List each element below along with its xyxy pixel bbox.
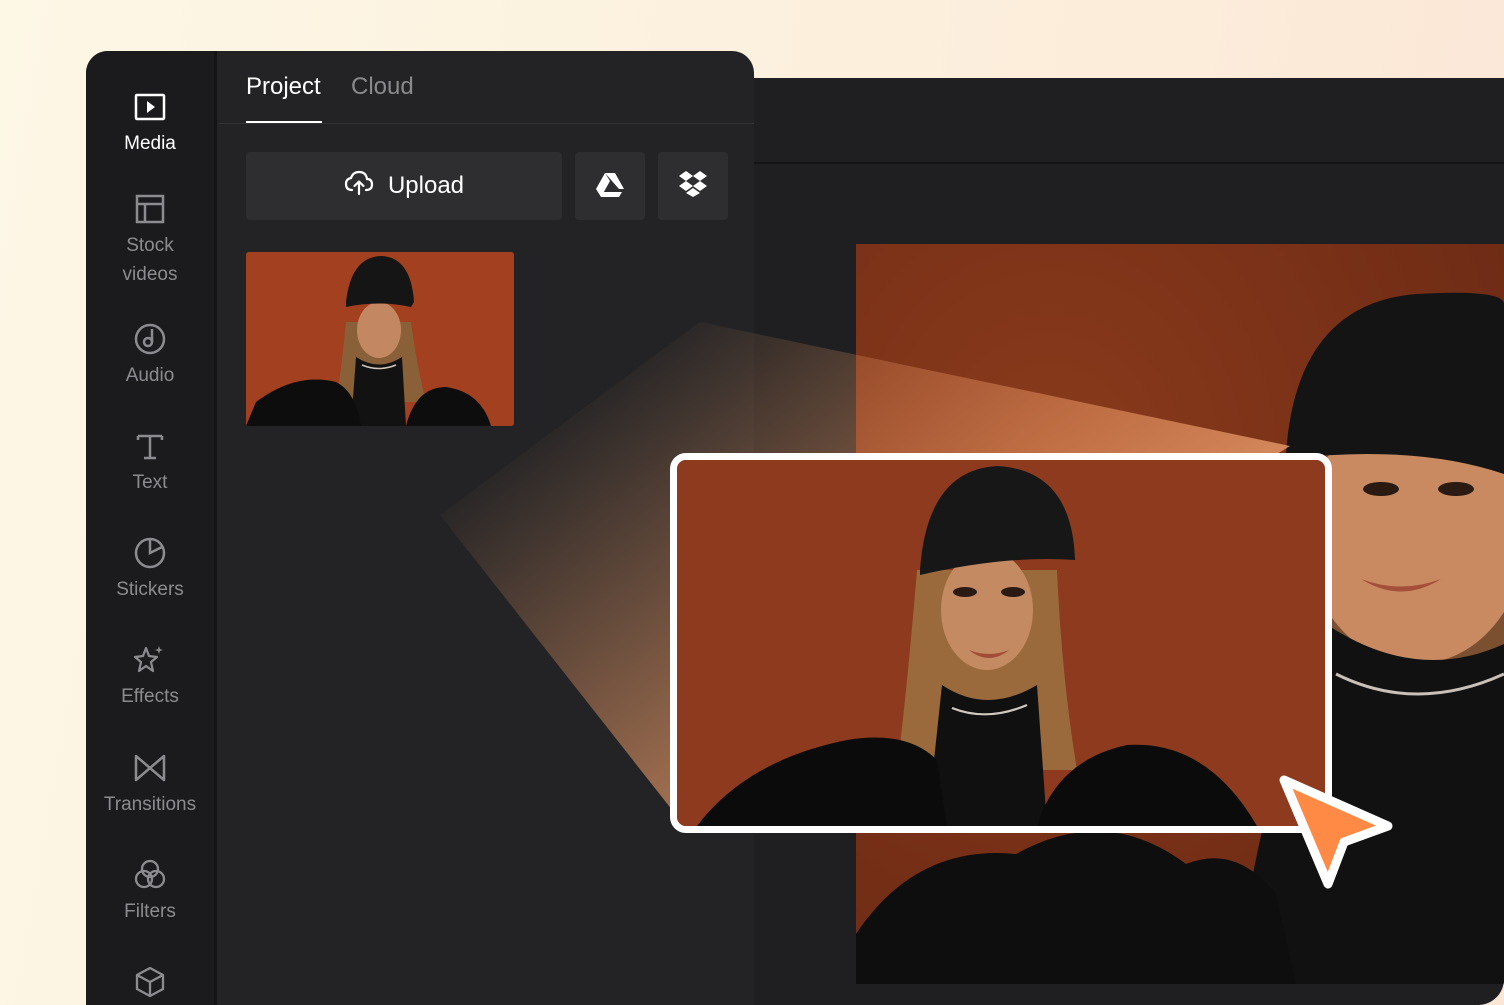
music-note-icon	[132, 321, 168, 357]
google-drive-button[interactable]	[575, 152, 645, 220]
text-t-icon	[132, 428, 168, 464]
sidebar-item-audio[interactable]: Audio	[86, 321, 214, 390]
upload-button[interactable]: Upload	[246, 152, 562, 220]
sidebar-item-label: Stock videos	[122, 235, 178, 285]
sidebar-item-label: Effects	[121, 686, 179, 707]
bowtie-transition-icon	[132, 750, 168, 786]
tab-project[interactable]: Project	[246, 73, 321, 101]
sidebar-item-transitions[interactable]: Transitions	[86, 750, 214, 819]
sidebar-item-stock-videos[interactable]: Stock videos	[86, 191, 214, 289]
app-frame: Media Stock videos Audio Text Stickers E…	[0, 0, 1504, 1005]
cursor-pointer-icon	[1279, 775, 1393, 889]
filters-circles-icon	[132, 857, 168, 893]
sidebar-item-media[interactable]: Media	[86, 89, 214, 158]
media-thumbnail[interactable]	[246, 252, 514, 426]
thumbnail-photo	[246, 252, 514, 426]
play-media-icon	[132, 89, 168, 125]
cloud-upload-icon	[344, 170, 374, 203]
sidebar-item-label: Transitions	[103, 794, 197, 815]
zoomed-media-preview	[670, 453, 1332, 833]
sidebar-item-label: Audio	[125, 365, 175, 386]
active-tab-indicator	[246, 121, 322, 123]
sidebar-item-stickers[interactable]: Stickers	[86, 535, 214, 604]
tab-cloud[interactable]: Cloud	[351, 73, 414, 101]
media-panel: Media Stock videos Audio Text Stickers E…	[86, 51, 754, 1005]
cube-icon	[132, 964, 168, 1000]
sidebar-item-label: Media	[124, 133, 176, 154]
sidebar-item-filters[interactable]: Filters	[86, 857, 214, 926]
sidebar-item-effects[interactable]: Effects	[86, 642, 214, 711]
media-tabs: Project Cloud	[218, 51, 754, 124]
dropbox-button[interactable]	[658, 152, 728, 220]
zoomed-photo	[677, 460, 1325, 826]
sparkle-star-icon	[132, 642, 168, 678]
layout-grid-icon	[132, 191, 168, 227]
sidebar-item-text[interactable]: Text	[86, 428, 214, 497]
upload-label: Upload	[387, 172, 465, 199]
sidebar-item-3d[interactable]	[86, 964, 214, 1004]
sidebar: Media Stock videos Audio Text Stickers E…	[86, 51, 217, 1005]
sidebar-item-label: Filters	[124, 901, 176, 922]
sticker-icon	[132, 535, 168, 571]
sidebar-item-label: Text	[132, 472, 168, 493]
google-drive-icon	[595, 171, 625, 202]
dropbox-icon	[677, 170, 709, 203]
sidebar-item-label: Stickers	[116, 579, 184, 600]
